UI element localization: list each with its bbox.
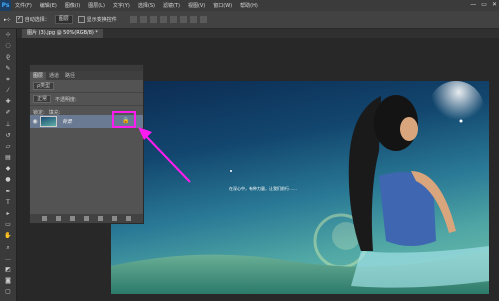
annotation-arrow bbox=[138, 127, 191, 183]
